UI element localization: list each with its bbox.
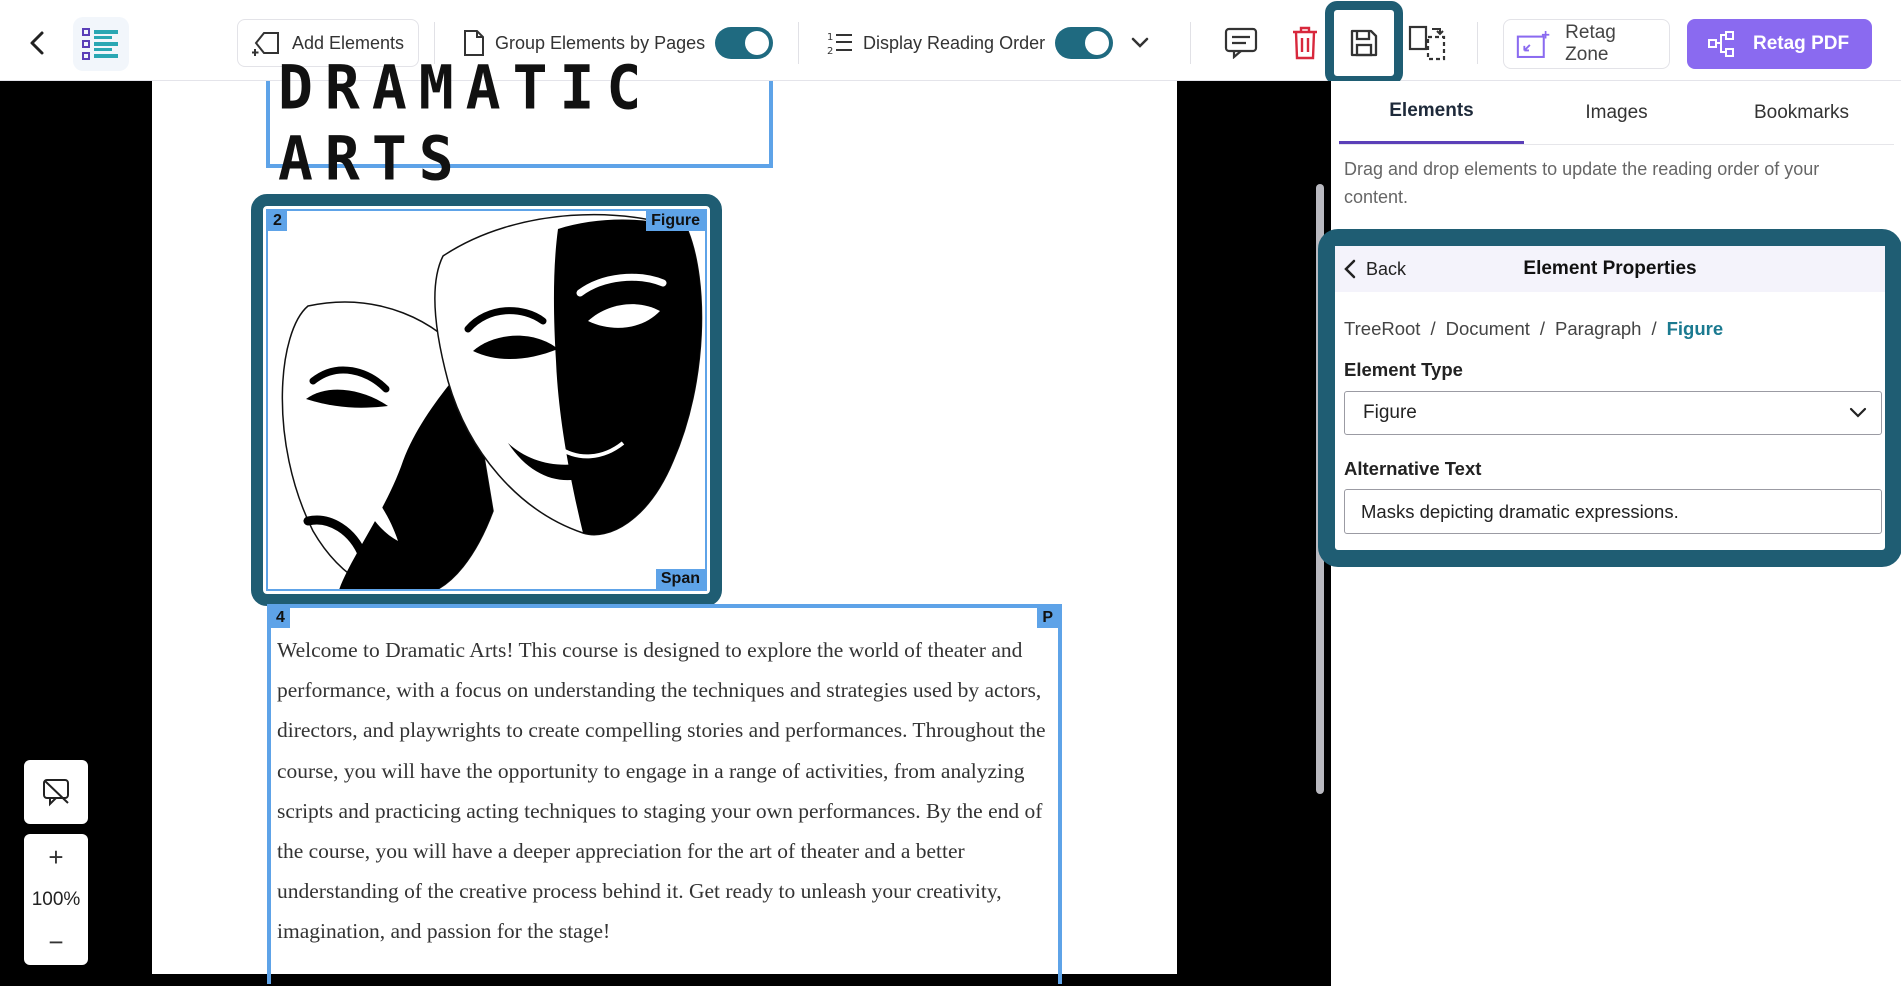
breadcrumb-separator: / [1539, 318, 1546, 339]
separator [798, 22, 799, 64]
tree-icon [1708, 31, 1734, 57]
trash-icon [1293, 26, 1317, 60]
alt-text-input[interactable] [1344, 489, 1882, 534]
breadcrumb-treeroot[interactable]: TreeRoot [1344, 318, 1420, 340]
back-label: Back [1366, 258, 1407, 279]
retag-zone-button[interactable]: Retag Zone [1503, 19, 1670, 69]
paragraph-element[interactable]: 4 P Welcome to Dramatic Arts! This cours… [267, 604, 1062, 984]
pdf-page: DRAMATIC ARTS 2 Figure Span 4 P Welcome … [152, 51, 1177, 984]
chevron-left-icon [1344, 259, 1356, 279]
document-title: DRAMATIC ARTS [278, 51, 654, 194]
reading-order-toggle[interactable] [1055, 27, 1114, 59]
properties-title: Element Properties [1523, 258, 1697, 279]
retag-selection-button[interactable] [1402, 19, 1452, 67]
zone-icon [1516, 31, 1550, 58]
delete-button[interactable] [1280, 19, 1330, 67]
paragraph-tag-label: P [1037, 608, 1058, 628]
right-panel: Elements Images Bookmarks Drag and drop … [1318, 81, 1901, 986]
save-button[interactable] [1325, 1, 1403, 85]
zoom-level: 100% [31, 888, 81, 910]
chevron-left-icon [30, 31, 44, 55]
breadcrumb-separator: / [1651, 318, 1657, 339]
reading-order-number: 2 [268, 211, 287, 231]
tab-bookmarks[interactable]: Bookmarks [1709, 81, 1894, 144]
save-icon [1350, 29, 1378, 57]
group-by-pages-label: Group Elements by Pages [495, 32, 706, 53]
add-elements-label: Add Elements [292, 32, 405, 53]
retag-pdf-label: Retag PDF [1753, 33, 1850, 54]
document-viewer: DRAMATIC ARTS 2 Figure Span 4 P Welcome … [0, 51, 1331, 986]
figure-element[interactable]: 2 Figure Span [266, 209, 707, 591]
ordered-list-icon: 12 [827, 32, 852, 56]
element-type-value: Figure [1363, 402, 1417, 423]
element-type-select[interactable]: Figure [1344, 391, 1882, 435]
retag-pdf-button[interactable]: Retag PDF [1687, 19, 1872, 69]
alt-text-label: Alternative Text [1344, 458, 1482, 479]
reading-order-number: 4 [271, 608, 290, 628]
paragraph-text: Welcome to Dramatic Arts! This course is… [277, 638, 1046, 944]
separator [1477, 22, 1478, 64]
list-icon [82, 28, 118, 60]
reading-order-label: Display Reading Order [863, 32, 1046, 53]
panel-tabs: Elements Images Bookmarks [1339, 81, 1894, 145]
properties-header: Back Element Properties [1335, 246, 1885, 292]
figure-element-selected[interactable]: 2 Figure Span [251, 194, 722, 606]
breadcrumb-document[interactable]: Document [1446, 318, 1530, 340]
zoom-in-button[interactable]: + [48, 844, 63, 870]
comment-button[interactable] [1216, 19, 1266, 67]
chevron-down-icon [1849, 407, 1867, 418]
theater-masks-image [281, 213, 703, 589]
more-options-button[interactable] [1114, 19, 1166, 67]
zoom-out-button[interactable]: − [48, 929, 63, 955]
no-comment-icon [43, 779, 69, 807]
breadcrumb-figure: Figure [1666, 318, 1724, 339]
breadcrumb-paragraph[interactable]: Paragraph [1555, 318, 1641, 340]
heading-element[interactable]: DRAMATIC ARTS [266, 51, 773, 194]
tab-images[interactable]: Images [1524, 81, 1709, 144]
toggle-tags-button[interactable] [24, 760, 88, 824]
span-tag-label: Span [655, 569, 705, 589]
separator [1190, 22, 1191, 64]
element-properties-card: Back Element Properties TreeRoot / Docum… [1318, 229, 1901, 567]
properties-back-button[interactable]: Back [1344, 246, 1406, 292]
tab-elements[interactable]: Elements [1339, 81, 1524, 144]
zoom-control: + 100% − [24, 834, 88, 965]
reading-order-hint: Drag and drop elements to update the rea… [1344, 159, 1820, 207]
structure-panel-button[interactable] [73, 17, 129, 71]
breadcrumb: TreeRoot / Document / Paragraph / Figure [1344, 318, 1723, 340]
element-type-label: Element Type [1344, 359, 1463, 380]
chevron-down-icon [1131, 37, 1149, 48]
breadcrumb-separator: / [1430, 318, 1436, 339]
comment-icon [1224, 27, 1258, 59]
back-button[interactable] [20, 26, 54, 60]
reading-order-control: 12 Display Reading Order [827, 19, 1114, 67]
retag-zone-label: Retag Zone [1565, 22, 1616, 65]
figure-tag-label: Figure [646, 211, 705, 231]
svg-text:1: 1 [827, 32, 833, 43]
swap-region-icon [1408, 25, 1446, 61]
svg-text:2: 2 [827, 46, 833, 56]
